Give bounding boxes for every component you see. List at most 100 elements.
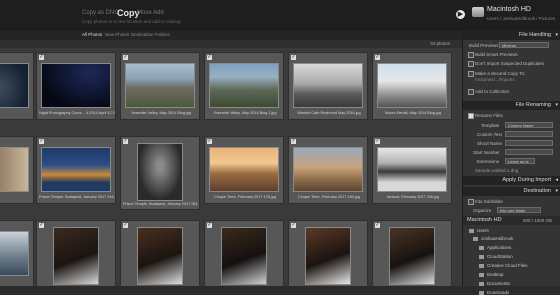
second-copy-checkbox[interactable] bbox=[468, 71, 474, 77]
mode-add[interactable]: Add bbox=[153, 10, 164, 16]
photo-cell[interactable]: ✓ bbox=[36, 220, 116, 286]
photo-cell[interactable] bbox=[0, 220, 34, 286]
start-number-field[interactable] bbox=[505, 149, 553, 155]
photo-caption: Mount Denali, May 2014 Blog.jpg bbox=[385, 111, 441, 115]
photo-thumbnail bbox=[293, 63, 363, 108]
panel-title: File Handling bbox=[518, 32, 551, 38]
photo-caption: Prison Temple, Budapest, January 2017 06… bbox=[123, 202, 199, 206]
photo-thumbnail bbox=[377, 147, 447, 192]
destination-header[interactable]: Destination ▾ bbox=[463, 187, 560, 196]
photo-thumbnail bbox=[53, 227, 99, 285]
folder-icon bbox=[479, 264, 484, 268]
collapse-triangle-icon[interactable]: ▾ bbox=[555, 101, 558, 110]
template-select[interactable]: Custom Name bbox=[505, 122, 553, 128]
tree-item[interactable]: CloudStation bbox=[479, 254, 513, 259]
mode-move[interactable]: Move bbox=[137, 10, 152, 16]
second-copy-path[interactable]: /Volumes/.../Imports bbox=[475, 77, 515, 82]
shoot-name-field[interactable] bbox=[505, 140, 553, 146]
checkmark-icon[interactable]: ✓ bbox=[375, 55, 380, 60]
checkmark-icon[interactable]: ✓ bbox=[123, 223, 128, 228]
photo-cell[interactable]: ✓ Yosemite Valley, May 2014 Blog 2.jpg bbox=[204, 52, 284, 120]
photo-caption: Yosemite Valley, May 2014 Blog 2.jpg bbox=[213, 111, 277, 115]
photo-cell[interactable] bbox=[0, 136, 34, 204]
checkmark-icon[interactable]: ✓ bbox=[123, 139, 128, 144]
tab-destination-folders[interactable]: Destination Folders bbox=[131, 32, 170, 37]
file-renaming-header[interactable]: File Renaming ▾ bbox=[463, 101, 560, 110]
photo-cell[interactable] bbox=[0, 52, 34, 120]
dont-import-duplicates-checkbox[interactable] bbox=[468, 61, 474, 67]
tab-all-photos[interactable]: All Photos bbox=[82, 32, 102, 37]
smart-previews-checkbox[interactable] bbox=[468, 52, 474, 58]
tree-item[interactable]: Users bbox=[469, 228, 489, 233]
checkmark-icon[interactable]: ✓ bbox=[207, 223, 212, 228]
sample-value: untitled-1.dng bbox=[491, 168, 519, 173]
collapse-triangle-icon[interactable]: ◂ bbox=[555, 176, 558, 185]
organize-select[interactable]: Into one folder bbox=[497, 207, 541, 213]
tree-item[interactable]: Creative Cloud Files bbox=[479, 263, 528, 268]
checkmark-icon[interactable]: ✓ bbox=[375, 223, 380, 228]
extensions-label: Extensions bbox=[477, 159, 500, 164]
photo-cell[interactable]: ✓ Mount Denali, May 2014 Blog.jpg bbox=[372, 52, 452, 120]
photo-thumbnail bbox=[221, 227, 267, 285]
file-handling-header[interactable]: File Handling ▾ bbox=[463, 31, 560, 40]
filter-tabs: All Photos New Photos Destination Folder… bbox=[0, 31, 462, 40]
custom-text-field[interactable] bbox=[505, 131, 553, 137]
tree-item[interactable]: Applications bbox=[479, 245, 511, 250]
import-settings-panel: File Handling ▾ Build Previews Minimal Bu… bbox=[462, 31, 560, 295]
photo-thumbnail bbox=[137, 143, 183, 201]
photo-cell[interactable]: ✓ Iceland, February 2017 206.jpg bbox=[372, 136, 452, 204]
checkmark-icon[interactable]: ✓ bbox=[207, 55, 212, 60]
tree-item[interactable]: Documents bbox=[479, 281, 510, 286]
photo-cell[interactable]: ✓ bbox=[372, 220, 452, 286]
extensions-select[interactable]: Leave as-is bbox=[505, 158, 535, 164]
rename-files-checkbox[interactable] bbox=[468, 113, 474, 119]
add-to-collection-checkbox[interactable] bbox=[468, 89, 474, 95]
photo-cell[interactable]: ✓ Cinque Terre, February 2017 184.jpg bbox=[288, 136, 368, 204]
dont-import-duplicates-label: Don't Import Suspected Duplicates bbox=[475, 61, 545, 66]
photo-cell[interactable]: ✓ bbox=[120, 220, 200, 286]
photo-cell[interactable]: ✓ Prison Temple, Budapest, January 2017 … bbox=[120, 136, 200, 210]
build-previews-select[interactable]: Minimal bbox=[499, 42, 549, 48]
photo-caption: Yosemite Valley, May 2014 Blog.jpg bbox=[131, 111, 191, 115]
checkmark-icon[interactable]: ✓ bbox=[207, 139, 212, 144]
photo-cell[interactable]: ✓ Yosemite Valley, May 2014 Blog.jpg bbox=[120, 52, 200, 120]
photo-thumbnail bbox=[137, 227, 183, 285]
checkmark-icon[interactable]: ✓ bbox=[291, 139, 296, 144]
folder-icon bbox=[479, 246, 484, 250]
collapse-triangle-icon[interactable]: ▾ bbox=[555, 31, 558, 40]
checkmark-icon[interactable]: ✓ bbox=[39, 139, 44, 144]
folder-icon bbox=[469, 229, 474, 233]
hard-drive-icon bbox=[472, 7, 484, 17]
photo-caption: Warbird Cafe Redmond May 2016.jpg bbox=[297, 111, 361, 115]
folder-icon bbox=[479, 282, 484, 286]
tree-item[interactable]: Desktop bbox=[479, 272, 504, 277]
photo-cell[interactable]: ✓ bbox=[204, 220, 284, 286]
photo-thumbnail bbox=[209, 147, 279, 192]
mode-copy-as-dng[interactable]: Copy as DNG bbox=[82, 10, 119, 16]
checkmark-icon[interactable]: ✓ bbox=[375, 139, 380, 144]
checkmark-icon[interactable]: ✓ bbox=[39, 55, 44, 60]
photo-cell[interactable]: ✓ Night Photography Cours... 4-2014.Apri… bbox=[36, 52, 116, 120]
photo-cell[interactable]: ✓ Prison Temple, Budapest, January 2017 … bbox=[36, 136, 116, 204]
smart-previews-label: Build Smart Previews bbox=[475, 52, 518, 57]
folder-icon bbox=[479, 273, 484, 277]
photo-cell[interactable]: ✓ Cinque Terre, February 2017 178.jpg bbox=[204, 136, 284, 204]
tab-new-photos[interactable]: New Photos bbox=[105, 32, 129, 37]
photo-thumbnail bbox=[305, 227, 351, 285]
collapse-triangle-icon[interactable]: ▾ bbox=[555, 187, 558, 196]
photo-thumbnail bbox=[0, 147, 29, 192]
tree-item[interactable]: JoshuaHolbrook bbox=[473, 236, 514, 241]
tree-item[interactable]: Downloads bbox=[479, 290, 509, 295]
apply-during-import-header[interactable]: Apply During Import ◂ bbox=[463, 176, 560, 185]
photo-cell[interactable]: ✓ bbox=[288, 220, 368, 286]
destination-arrow-icon[interactable]: ▶ bbox=[456, 10, 465, 19]
checkmark-icon[interactable]: ✓ bbox=[39, 223, 44, 228]
destination-name[interactable]: Macintosh HD bbox=[487, 6, 531, 13]
checkmark-icon[interactable]: ✓ bbox=[291, 55, 296, 60]
photo-cell[interactable]: ✓ Warbird Cafe Redmond May 2016.jpg bbox=[288, 52, 368, 120]
checkmark-icon[interactable]: ✓ bbox=[123, 55, 128, 60]
checkmark-icon[interactable]: ✓ bbox=[291, 223, 296, 228]
folder-icon bbox=[473, 237, 478, 241]
into-subfolder-checkbox[interactable] bbox=[468, 199, 474, 205]
photo-caption: Cinque Terre, February 2017 184.jpg bbox=[298, 195, 360, 199]
